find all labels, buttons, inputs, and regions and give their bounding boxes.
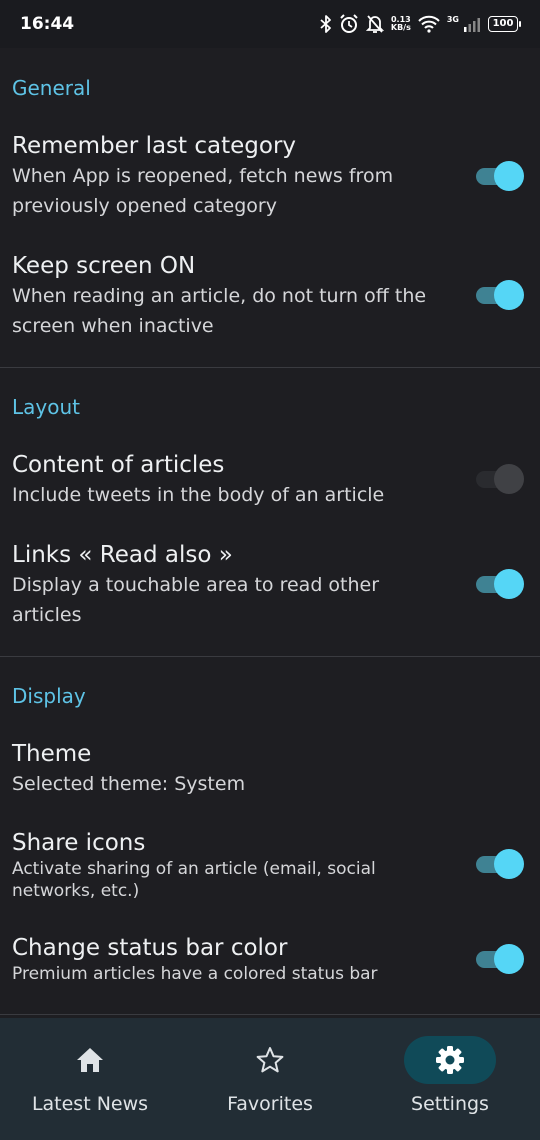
setting-status-bar-color[interactable]: Change status bar color Premium articles… xyxy=(12,933,452,985)
status-bar: 16:44 0.13 KB/s 3G 100 xyxy=(0,0,540,48)
section-divider xyxy=(0,367,540,368)
nav-favorites[interactable]: Favorites xyxy=(180,1018,360,1140)
bluetooth-icon xyxy=(320,15,332,33)
nav-label: Settings xyxy=(411,1093,489,1115)
network-gen: 3G xyxy=(446,14,459,24)
setting-content-of-articles[interactable]: Content of articles Include tweets in th… xyxy=(12,450,452,510)
setting-title: Keep screen ON xyxy=(12,253,196,279)
setting-subtitle: When App is reopened, fetch news from pr… xyxy=(12,165,394,217)
setting-title: Change status bar color xyxy=(12,935,288,961)
setting-subtitle: Include tweets in the body of an article xyxy=(12,484,385,506)
section-header-display: Display xyxy=(12,684,86,708)
toggle-thumb xyxy=(494,849,524,879)
signal-icon xyxy=(463,16,481,32)
nav-label: Latest News xyxy=(31,1093,149,1115)
section-divider xyxy=(0,656,540,657)
setting-title: Theme xyxy=(12,741,92,767)
nav-label: Favorites xyxy=(227,1093,313,1115)
star-icon xyxy=(256,1047,284,1073)
remember-category-toggle[interactable] xyxy=(474,161,524,191)
share-icons-toggle[interactable] xyxy=(474,849,524,879)
battery-icon: 100 xyxy=(488,16,521,32)
bell-off-icon xyxy=(365,14,384,34)
net-speed: 0.13 KB/s xyxy=(391,16,411,32)
section-header-layout: Layout xyxy=(12,395,80,419)
keep-screen-on-toggle[interactable] xyxy=(474,280,524,310)
alarm-icon xyxy=(339,14,359,34)
setting-theme[interactable]: Theme Selected theme: System xyxy=(12,739,452,799)
content-of-articles-toggle[interactable] xyxy=(474,464,524,494)
nav-icon-container xyxy=(224,1036,316,1084)
status-bar-color-toggle[interactable] xyxy=(474,944,524,974)
setting-remember-category[interactable]: Remember last category When App is reope… xyxy=(12,131,452,221)
setting-title: Share icons xyxy=(12,830,146,856)
wifi-icon xyxy=(418,15,440,33)
net-speed-unit: KB/s xyxy=(390,23,411,32)
nav-icon-container xyxy=(44,1036,136,1084)
links-read-also-toggle[interactable] xyxy=(474,569,524,599)
nav-icon-container xyxy=(404,1036,496,1084)
nav-latest-news[interactable]: Latest News xyxy=(0,1018,180,1140)
section-divider xyxy=(0,1014,540,1015)
bottom-navigation: Latest News Favorites Settings xyxy=(0,1018,540,1140)
toggle-thumb xyxy=(494,464,524,494)
nav-settings[interactable]: Settings xyxy=(360,1018,540,1140)
home-icon xyxy=(77,1048,103,1072)
setting-title: Remember last category xyxy=(12,133,297,159)
setting-title: Content of articles xyxy=(12,452,225,478)
setting-links-read-also[interactable]: Links « Read also » Display a touchable … xyxy=(12,540,452,630)
settings-list[interactable]: General Remember last category When App … xyxy=(0,48,540,1018)
toggle-thumb xyxy=(494,944,524,974)
section-header-general: General xyxy=(12,76,91,100)
setting-keep-screen-on[interactable]: Keep screen ON When reading an article, … xyxy=(12,251,452,341)
toggle-thumb xyxy=(494,161,524,191)
setting-subtitle: Activate sharing of an article (email, s… xyxy=(12,859,376,901)
setting-share-icons[interactable]: Share icons Activate sharing of an artic… xyxy=(12,828,452,902)
gear-icon xyxy=(436,1046,464,1074)
setting-subtitle: Selected theme: System xyxy=(12,773,246,795)
status-time: 16:44 xyxy=(20,14,75,34)
toggle-thumb xyxy=(494,280,524,310)
setting-subtitle: When reading an article, do not turn off… xyxy=(12,285,427,337)
setting-subtitle: Premium articles have a colored status b… xyxy=(12,964,378,984)
status-icons: 0.13 KB/s 3G 100 xyxy=(320,13,521,35)
setting-title: Links « Read also » xyxy=(12,542,233,568)
setting-subtitle: Display a touchable area to read other a… xyxy=(12,574,380,626)
toggle-thumb xyxy=(494,569,524,599)
